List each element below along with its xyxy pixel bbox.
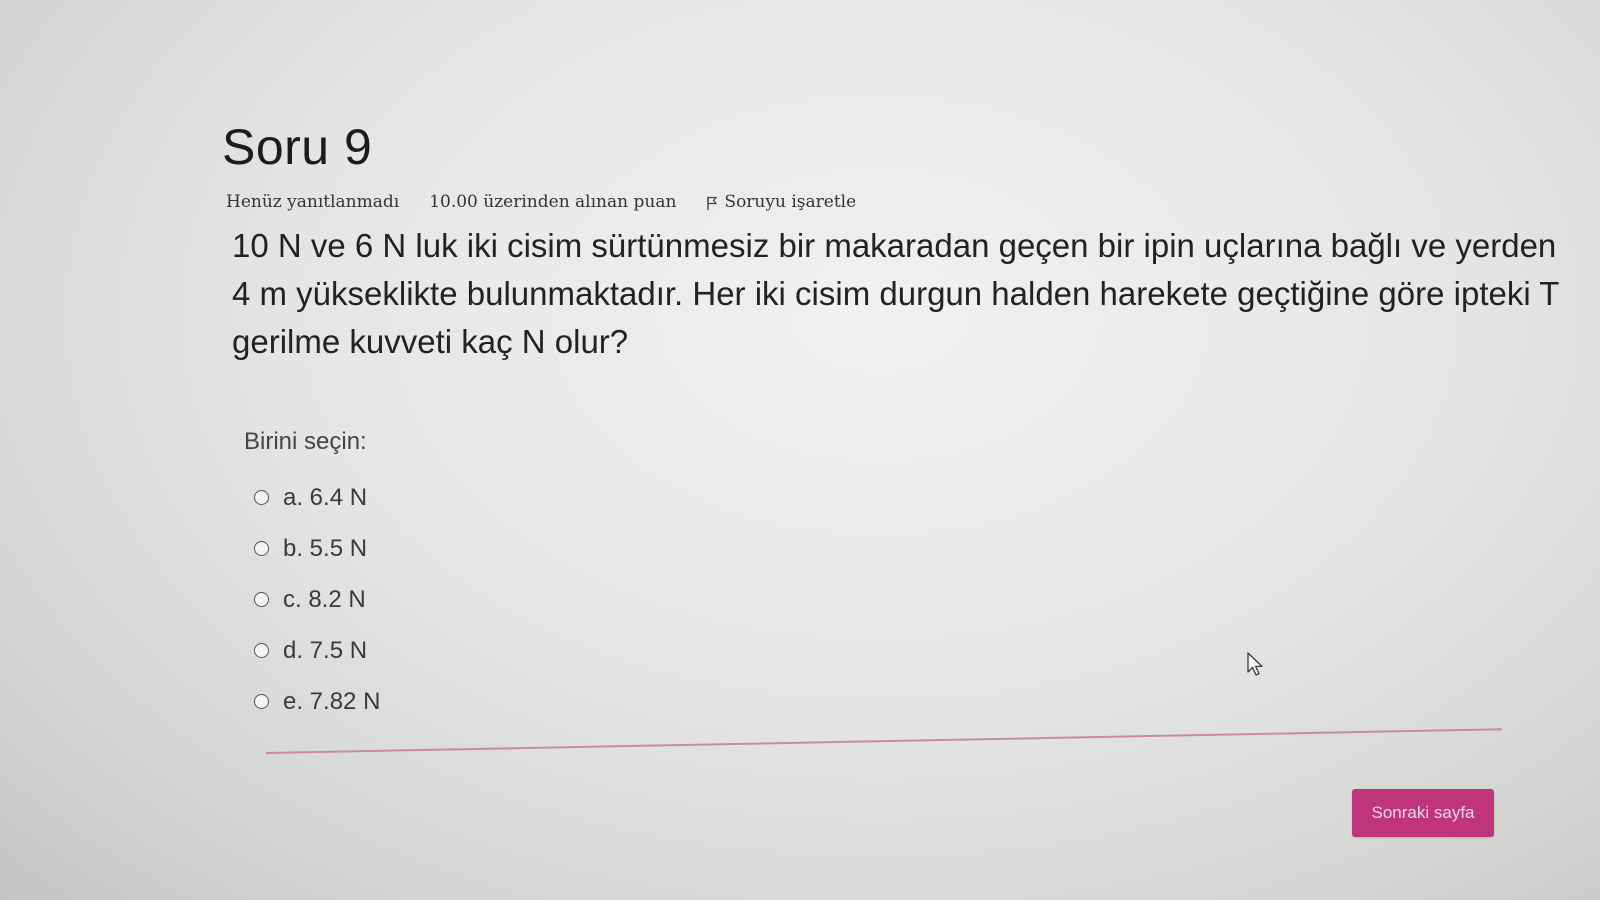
answer-option-e[interactable]: e. 7.82 N xyxy=(254,676,380,727)
radio-icon[interactable] xyxy=(254,643,269,658)
question-text: 10 N ve 6 N luk iki cisim sürtünmesiz bi… xyxy=(232,227,1559,360)
flag-question-label: Soruyu işaretle xyxy=(724,192,857,212)
radio-icon[interactable] xyxy=(254,592,269,607)
answer-options: a. 6.4 N b. 5.5 N c. 8.2 N d. 7.5 N e. 7… xyxy=(254,472,380,727)
radio-icon[interactable] xyxy=(254,541,269,556)
question-info: Henüz yanıtlanmadı 10.00 üzerinden alına… xyxy=(226,192,856,212)
quiz-page: Soru 9 Henüz yanıtlanmadı 10.00 üzerinde… xyxy=(0,0,1600,900)
radio-icon[interactable] xyxy=(254,694,269,709)
radio-icon[interactable] xyxy=(254,490,269,505)
answer-option-label: d. 7.5 N xyxy=(283,636,368,664)
question-state: Henüz yanıtlanmadı xyxy=(226,192,400,212)
answer-option-label: e. 7.82 N xyxy=(283,687,381,715)
answer-option-b[interactable]: b. 5.5 N xyxy=(254,523,380,574)
answer-option-a[interactable]: a. 6.4 N xyxy=(254,472,380,523)
question-title: Soru 9 xyxy=(222,119,373,175)
section-divider xyxy=(265,728,1502,754)
answer-option-label: a. 6.4 N xyxy=(283,483,368,511)
flag-icon xyxy=(706,195,718,210)
answer-option-label: c. 8.2 N xyxy=(283,585,366,613)
answer-option-d[interactable]: d. 7.5 N xyxy=(254,625,380,676)
answer-option-c[interactable]: c. 8.2 N xyxy=(254,574,380,625)
answer-option-label: b. 5.5 N xyxy=(283,534,368,562)
answer-prompt: Birini seçin: xyxy=(244,428,367,455)
question-grade: 10.00 üzerinden alınan puan xyxy=(429,192,677,212)
next-page-button[interactable]: Sonraki sayfa xyxy=(1352,789,1494,837)
flag-question-link[interactable]: Soruyu işaretle xyxy=(706,192,856,212)
mouse-cursor-icon xyxy=(1246,652,1266,678)
